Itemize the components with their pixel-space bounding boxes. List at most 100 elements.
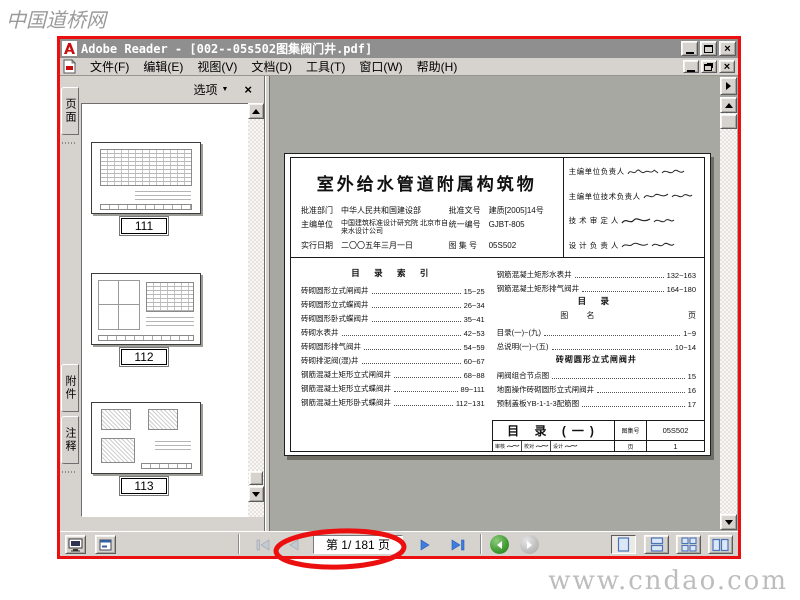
previous-view-button[interactable]: [490, 535, 509, 554]
title-block: 室外给水管道附属构筑物 批准部门 中华人民共和国建设部 批准文号 建质[2005…: [291, 158, 704, 258]
toc-entry-pages: 26~34: [463, 301, 485, 310]
toc-entry-pages: 112~131: [455, 399, 485, 408]
panel-scrollbar[interactable]: [248, 103, 264, 517]
previous-page-button[interactable]: [284, 535, 303, 554]
facing-view-button[interactable]: [708, 535, 733, 554]
next-page-button[interactable]: [416, 535, 435, 554]
maximize-button[interactable]: [700, 41, 717, 56]
document-scroll-thumb[interactable]: [720, 114, 737, 129]
signature-label: 设 计 负 责 人: [568, 240, 619, 250]
toc-entry-name: 砖砌圆形立式闸阀井: [301, 286, 369, 295]
toc-entry-pages: 15: [687, 372, 696, 381]
next-page-icon: [420, 538, 430, 551]
toc-left-list: 砖砌圆形立式闸阀井 15~25 砖砌圆形立式蝶阀井 26~34 砖砌圆形卧式蝶阀井 35~…: [301, 282, 485, 408]
options-button[interactable]: 选项 ▼: [193, 81, 228, 98]
thumb-sketch: [135, 190, 192, 201]
menu-bar: 文件(F) 编辑(E) 视图(V) 文档(D) 工具(T) 窗口(W) 帮助(H…: [60, 58, 738, 76]
menu-view[interactable]: 视图(V): [197, 58, 237, 75]
continuous-view-button[interactable]: [644, 535, 669, 554]
signature-scribble: [621, 243, 649, 248]
page-footer-block: 目 录 (一) 图集号 05S502 审核 校对 设计 页 1: [492, 420, 704, 451]
document-area: 室外给水管道附属构筑物 批准部门 中华人民共和国建设部 批准文号 建质[2005…: [270, 76, 738, 531]
last-page-button[interactable]: [448, 535, 467, 554]
thumb-sketch: [154, 440, 192, 454]
toc-entry: 砖砌排泥阀(湿)井 60~67: [301, 352, 485, 366]
toc-entry-name: 钢筋混凝土矩形排气阀井: [496, 284, 580, 293]
panel-close-button[interactable]: ×: [244, 82, 252, 97]
dotted-leader: [394, 405, 453, 406]
continuous-facing-icon: [680, 537, 697, 552]
document-window-controls: ×: [681, 60, 735, 73]
toc-entry-name: 砖砌圆形卧式蝶阀井: [301, 314, 369, 323]
toc-right-list: 目录(一)~(九) 1~9 总说明(一)~(五) 10~14: [497, 324, 696, 352]
signature-scribble: [643, 193, 668, 199]
first-page-icon: [256, 538, 269, 551]
continuous-facing-view-button[interactable]: [676, 535, 701, 554]
pdf-document-icon: [63, 59, 76, 74]
thumbnail-page-number: 113: [119, 476, 169, 496]
doc-minimize-icon: [687, 69, 695, 72]
page-layout-button[interactable]: [95, 535, 116, 554]
doc-minimize-button[interactable]: [683, 60, 699, 73]
toc-entry: 砖砌圆形立式蝶阀井 26~34: [301, 296, 485, 310]
menu-document[interactable]: 文档(D): [251, 58, 292, 75]
facing-icon: [712, 538, 729, 551]
scroll-down-button[interactable]: [248, 486, 264, 502]
adobe-reader-window: Adobe Reader - [002--05s502图集阀门井.pdf] × …: [57, 36, 741, 559]
scroll-up-button[interactable]: [720, 97, 737, 113]
meta-value: 05S502: [488, 241, 517, 250]
meta-label: 图 集 号: [448, 241, 478, 250]
menu-help[interactable]: 帮助(H): [417, 58, 458, 75]
tab-comments[interactable]: 注释: [61, 416, 79, 464]
arrow-left-icon: [497, 540, 502, 549]
pdf-page: 室外给水管道附属构筑物 批准部门 中华人民共和国建设部 批准文号 建质[2005…: [284, 153, 711, 456]
page-thumbnail-113[interactable]: [91, 402, 201, 474]
scroll-down-button[interactable]: [720, 514, 737, 530]
toc-entry-name: 钢筋混凝土矩形立式蝶阀井: [301, 384, 391, 393]
signature-label: 主编单位技术负责人: [568, 191, 641, 201]
pages-panel: 选项 ▼ × 111 112 113: [81, 76, 265, 531]
review-label: 审核: [495, 443, 506, 450]
menu-edit[interactable]: 编辑(E): [143, 58, 183, 75]
toc-entry-name: 钢筋混凝土矩形卧式蝶阀井: [301, 398, 391, 407]
site-watermark-bottom: www.cndao.com: [548, 566, 788, 596]
title-bar[interactable]: Adobe Reader - [002--05s502图集阀门井.pdf] ×: [60, 39, 738, 58]
dotted-leader: [394, 391, 458, 392]
doc-close-button[interactable]: ×: [719, 60, 735, 73]
page-number-value: 1: [646, 440, 704, 451]
menu-tools[interactable]: 工具(T): [306, 58, 345, 75]
page-thumbnail-112[interactable]: [91, 273, 201, 345]
dotted-leader: [371, 321, 461, 322]
document-scrollbar[interactable]: [720, 97, 737, 530]
first-page-button[interactable]: [253, 535, 272, 554]
page-number-field[interactable]: 第 1/ 181 页: [313, 535, 403, 554]
panel-scroll-thumb[interactable]: [249, 471, 263, 485]
minimize-button[interactable]: [681, 41, 698, 56]
doc-restore-button[interactable]: [701, 60, 717, 73]
signature-label: 主编单位负责人: [568, 167, 625, 176]
menu-window[interactable]: 窗口(W): [359, 58, 402, 75]
fit-window-button[interactable]: [65, 535, 86, 554]
single-page-view-button[interactable]: [611, 535, 636, 554]
howto-pane-toggle-button[interactable]: [720, 77, 737, 95]
dotted-leader: [544, 335, 681, 336]
thumb-sketch: [99, 149, 193, 186]
navigation-tab-strip: 页面 附件 注释: [60, 76, 80, 531]
tab-attachments[interactable]: 附件: [61, 364, 79, 412]
scroll-up-button[interactable]: [248, 103, 264, 119]
main-area: 页面 附件 注释 选项 ▼ × 111 112 113 室外给水管道附属构筑物 …: [60, 76, 738, 531]
chevron-down-icon: ▼: [221, 86, 229, 93]
menu-file[interactable]: 文件(F): [90, 58, 129, 75]
next-view-button[interactable]: [520, 535, 539, 554]
toc-index-title: 目 录 索 引: [351, 268, 435, 278]
table-of-contents: 目 录 索 引 砖砌圆形立式闸阀井 15~25 砖砌圆形立式蝶阀井 26~34 砖砌圆形…: [291, 258, 704, 420]
page-thumbnail-111[interactable]: [91, 142, 201, 214]
tab-pages[interactable]: 页面: [61, 87, 79, 135]
close-button[interactable]: ×: [719, 41, 736, 56]
toc-entry: 钢筋混凝土矩形立式蝶阀井 89~111: [301, 380, 485, 394]
thumbnail-item: 112: [91, 273, 203, 367]
previous-page-icon: [289, 538, 299, 551]
arrow-right-icon: [726, 82, 731, 90]
meta-value: 中国建筑标准设计研究院 北京市自来水设计公司: [341, 220, 448, 235]
thumb-sketch: [146, 282, 194, 312]
